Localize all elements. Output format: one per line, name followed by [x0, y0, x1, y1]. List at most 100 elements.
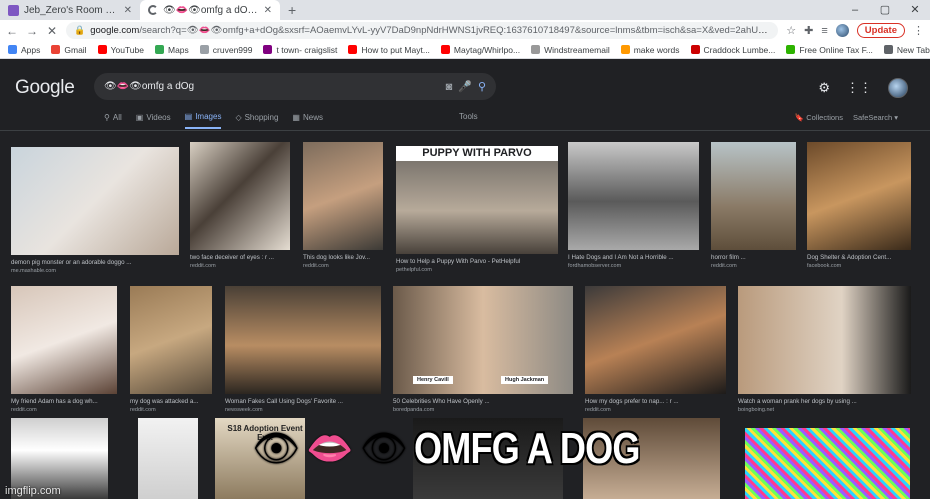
- image-result[interactable]: [138, 418, 198, 499]
- result-source: reddit.com: [585, 407, 611, 413]
- search-query[interactable]: 👁👄👁omfg a dOg: [104, 81, 440, 92]
- tab-news[interactable]: ▦ News: [292, 112, 323, 129]
- bookmark-favicon-icon: [154, 45, 164, 54]
- image-result[interactable]: My friend Adam has a dog wh... reddit.com: [11, 286, 117, 413]
- result-caption[interactable]: horror film ...: [711, 254, 796, 261]
- result-caption[interactable]: Woman Fakes Call Using Dogs' Favorite ..…: [225, 398, 381, 405]
- mic-icon[interactable]: 🎤: [458, 80, 472, 93]
- star-icon[interactable]: ☆: [786, 24, 796, 37]
- bookmark-item[interactable]: make words: [620, 45, 680, 55]
- result-thumbnail[interactable]: [303, 142, 383, 250]
- google-logo[interactable]: Google: [15, 77, 75, 99]
- image-result[interactable]: Woman Fakes Call Using Dogs' Favorite ..…: [225, 286, 381, 413]
- search-box[interactable]: 👁👄👁omfg a dOg ◙ 🎤 ⚲: [94, 73, 496, 100]
- result-thumbnail[interactable]: PUPPY WITH PARVO: [396, 146, 558, 254]
- extensions-puzzle-icon[interactable]: ✚: [804, 24, 813, 37]
- update-button[interactable]: Update: [856, 23, 905, 38]
- image-result[interactable]: [745, 428, 910, 499]
- tab-videos[interactable]: ▣ Videos: [136, 112, 171, 129]
- image-result[interactable]: Watch a woman prank her dogs by using ..…: [738, 286, 911, 413]
- tab-google-search[interactable]: 👁👄👁omfg a dOg - Google Se ✕: [140, 0, 280, 20]
- result-thumbnail[interactable]: [807, 142, 911, 250]
- close-tab-icon[interactable]: ✕: [264, 5, 272, 16]
- image-result[interactable]: PUPPY WITH PARVO How to Help a Puppy With…: [396, 146, 558, 273]
- bookmark-item[interactable]: Maps: [154, 45, 189, 55]
- result-thumbnail[interactable]: [585, 286, 726, 394]
- bookmark-item[interactable]: cruven999: [199, 45, 252, 55]
- result-caption[interactable]: My friend Adam has a dog wh...: [11, 398, 117, 405]
- bookmark-item[interactable]: YouTube: [97, 45, 144, 55]
- result-thumbnail[interactable]: [138, 418, 198, 499]
- bookmark-item[interactable]: New Tab: [883, 45, 930, 55]
- image-result[interactable]: two face deceiver of eyes : r ... reddit.…: [190, 142, 290, 269]
- bookmark-item[interactable]: Maytag/Whirlpo...: [440, 45, 520, 55]
- result-caption[interactable]: demon pig monster or an adorable doggo .…: [11, 259, 179, 266]
- close-window-button[interactable]: ✕: [900, 0, 930, 20]
- result-caption[interactable]: How my dogs prefer to nap... : r ...: [585, 398, 726, 405]
- forward-arrow-icon[interactable]: →: [26, 24, 38, 38]
- result-thumbnail[interactable]: [711, 142, 796, 250]
- result-thumbnail[interactable]: [130, 286, 212, 394]
- reading-list-icon[interactable]: ≡: [821, 25, 827, 37]
- collections-link[interactable]: 🔖 Collections: [795, 113, 843, 122]
- result-caption[interactable]: I Hate Dogs and I Am Not a Horrible ...: [568, 254, 699, 261]
- image-result[interactable]: Dog Shelter & Adoption Cent... facebook.c…: [807, 142, 911, 269]
- tools-button[interactable]: Tools: [459, 112, 478, 121]
- result-caption[interactable]: How to Help a Puppy With Parvo - PetHelp…: [396, 258, 558, 265]
- bookmark-item[interactable]: How to put Mayt...: [348, 45, 430, 55]
- image-result[interactable]: [413, 418, 563, 499]
- result-caption[interactable]: Dog Shelter & Adoption Cent...: [807, 254, 911, 261]
- result-thumbnail[interactable]: [11, 147, 179, 255]
- result-caption[interactable]: my dog was attacked a...: [130, 398, 212, 405]
- result-thumbnail[interactable]: [583, 418, 720, 499]
- result-caption[interactable]: 50 Celebrities Who Have Openly ...: [393, 398, 573, 405]
- image-result[interactable]: my dog was attacked a... reddit.com: [130, 286, 212, 413]
- bookmark-item[interactable]: Gmail: [51, 45, 87, 55]
- result-thumbnail[interactable]: [738, 286, 911, 394]
- result-caption[interactable]: two face deceiver of eyes : r ...: [190, 254, 290, 261]
- result-caption[interactable]: Watch a woman prank her dogs by using ..…: [738, 398, 911, 405]
- image-result[interactable]: How my dogs prefer to nap... : r ... redd…: [585, 286, 726, 413]
- tab-shopping[interactable]: ◇ Shopping: [235, 112, 278, 129]
- result-caption[interactable]: This dog looks like Jov...: [303, 254, 383, 261]
- image-result[interactable]: This dog looks like Jov... reddit.com: [303, 142, 383, 269]
- account-avatar[interactable]: [888, 78, 908, 98]
- bookmark-item[interactable]: Craddock Lumbe...: [690, 45, 775, 55]
- image-result[interactable]: demon pig monster or an adorable doggo .…: [11, 147, 179, 274]
- bookmark-item[interactable]: Windstreamemail: [531, 45, 610, 55]
- image-result[interactable]: S18 Adoption Event Ev...: [215, 418, 305, 499]
- maximize-button[interactable]: ▢: [870, 0, 900, 20]
- close-tab-icon[interactable]: ✕: [124, 5, 132, 16]
- bookmark-item[interactable]: Apps: [8, 45, 40, 55]
- search-icon[interactable]: ⚲: [478, 80, 486, 93]
- result-thumbnail[interactable]: [413, 418, 563, 499]
- stop-loading-icon[interactable]: ✕: [46, 24, 58, 38]
- result-thumbnail[interactable]: S18 Adoption Event Ev...: [215, 418, 305, 499]
- bookmark-item[interactable]: t town- craigslist: [263, 45, 337, 55]
- image-result[interactable]: I Hate Dogs and I Am Not a Horrible ... f…: [568, 142, 699, 269]
- bookmark-item[interactable]: Free Online Tax F...: [786, 45, 873, 55]
- image-result[interactable]: [583, 418, 720, 499]
- tab-all[interactable]: ⚲ All: [104, 112, 122, 129]
- address-bar[interactable]: 🔒 google.com/search?q=👁👄👁omfg+a+dOg&sxsr…: [66, 22, 779, 39]
- result-thumbnail[interactable]: [190, 142, 290, 250]
- image-result[interactable]: Henry Cavill Hugh Jackman 50 Celebrities W…: [393, 286, 573, 413]
- image-result[interactable]: horror film ... reddit.com: [711, 142, 796, 269]
- new-tab-button[interactable]: +: [280, 0, 304, 20]
- tab-images[interactable]: ▤ Images: [184, 112, 222, 129]
- result-thumbnail[interactable]: Henry Cavill Hugh Jackman: [393, 286, 573, 394]
- settings-gear-icon[interactable]: ⚙: [818, 80, 830, 96]
- bookmark-favicon-icon: [97, 45, 107, 54]
- minimize-button[interactable]: –: [840, 0, 870, 20]
- result-thumbnail[interactable]: [745, 428, 910, 499]
- profile-avatar[interactable]: [835, 24, 849, 37]
- result-thumbnail[interactable]: [11, 286, 117, 394]
- camera-search-icon[interactable]: ◙: [446, 81, 453, 93]
- tab-jeb-zero[interactable]: Jeb_Zero's Room - Hyperte ✕: [0, 0, 140, 20]
- result-thumbnail[interactable]: [225, 286, 381, 394]
- safesearch-dropdown[interactable]: SafeSearch ▾: [853, 113, 898, 122]
- result-thumbnail[interactable]: [568, 142, 699, 250]
- back-arrow-icon[interactable]: ←: [6, 24, 18, 38]
- apps-grid-icon[interactable]: ⋮⋮: [846, 80, 872, 96]
- more-menu-icon[interactable]: ⋮: [913, 24, 924, 37]
